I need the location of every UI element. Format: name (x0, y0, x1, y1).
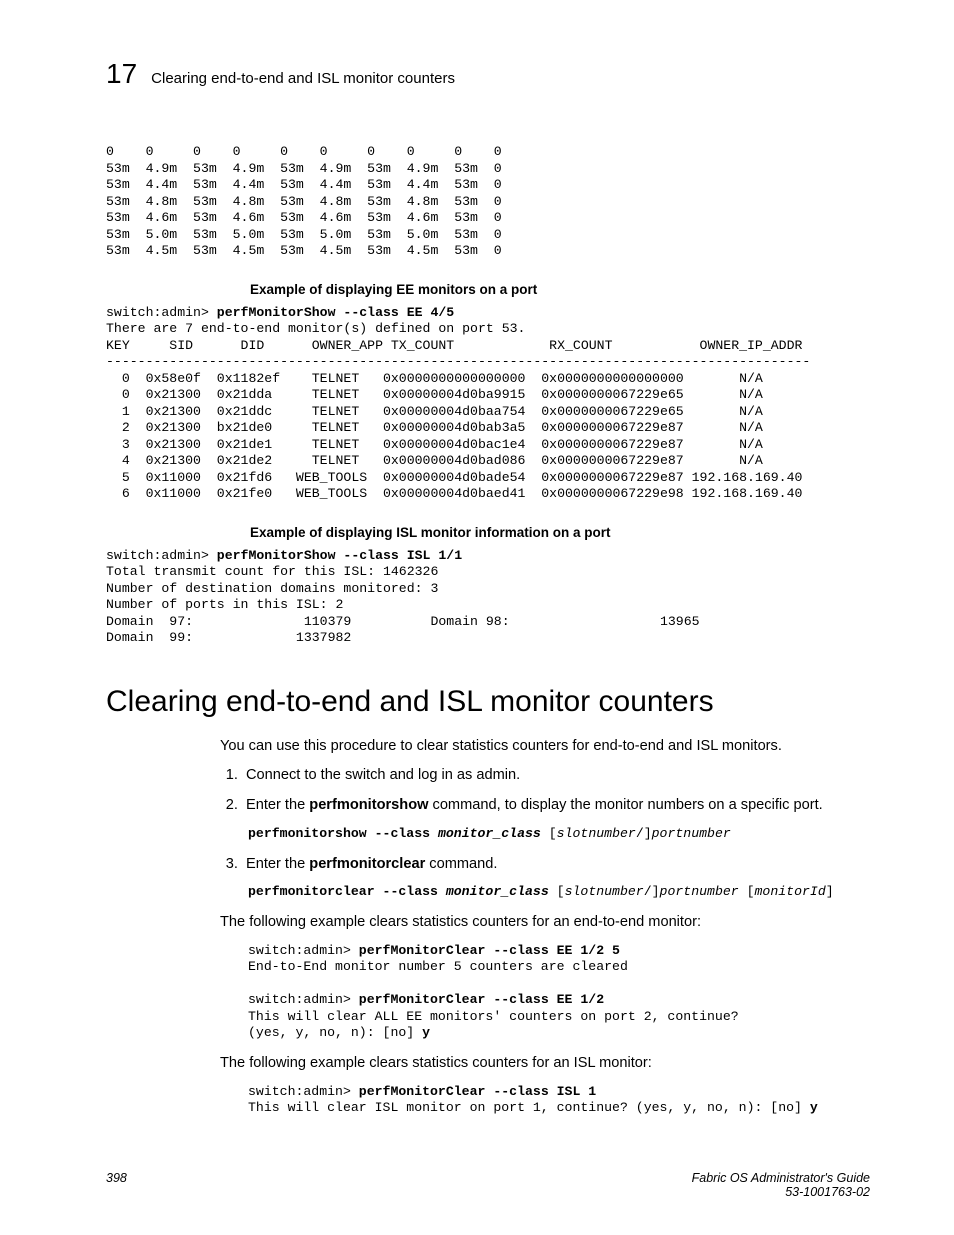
step-3: Enter the perfmonitorclear command. (242, 855, 870, 875)
isl-example-block: switch:admin> perfMonitorShow --class IS… (106, 548, 870, 647)
ee-example-block: switch:admin> perfMonitorShow --class EE… (106, 305, 870, 503)
section-heading: Clearing end-to-end and ISL monitor coun… (106, 685, 870, 719)
doc-id: Fabric OS Administrator's Guide 53-10017… (692, 1171, 870, 1199)
page-number: 398 (106, 1171, 127, 1199)
procedure-steps-cont: Enter the perfmonitorclear command. (220, 855, 870, 875)
isl-example-caption: Example of displaying ISL monitor inform… (250, 525, 870, 540)
page-header: 17 Clearing end-to-end and ISL monitor c… (106, 58, 870, 90)
example-1-block: switch:admin> perfMonitorClear --class E… (248, 943, 870, 1042)
page-footer: 398 Fabric OS Administrator's Guide 53-1… (106, 1171, 870, 1199)
example-1-intro: The following example clears statistics … (220, 913, 870, 933)
chapter-number: 17 (106, 58, 137, 90)
example-2-intro: The following example clears statistics … (220, 1054, 870, 1074)
procedure-steps: Connect to the switch and log in as admi… (220, 766, 870, 815)
intro-text: You can use this procedure to clear stat… (220, 737, 870, 757)
example-2-block: switch:admin> perfMonitorClear --class I… (248, 1084, 870, 1117)
step-2-code: perfmonitorshow --class monitor_class [s… (248, 826, 870, 841)
step-3-code: perfmonitorclear --class monitor_class [… (248, 884, 870, 899)
step-1: Connect to the switch and log in as admi… (242, 766, 870, 786)
chapter-title: Clearing end-to-end and ISL monitor coun… (151, 70, 455, 87)
step-2: Enter the perfmonitorshow command, to di… (242, 796, 870, 816)
ee-example-caption: Example of displaying EE monitors on a p… (250, 282, 870, 297)
top-data-table: 0 0 0 0 0 0 0 0 0 0 53m 4.9m 53m 4.9m 53… (106, 144, 870, 260)
